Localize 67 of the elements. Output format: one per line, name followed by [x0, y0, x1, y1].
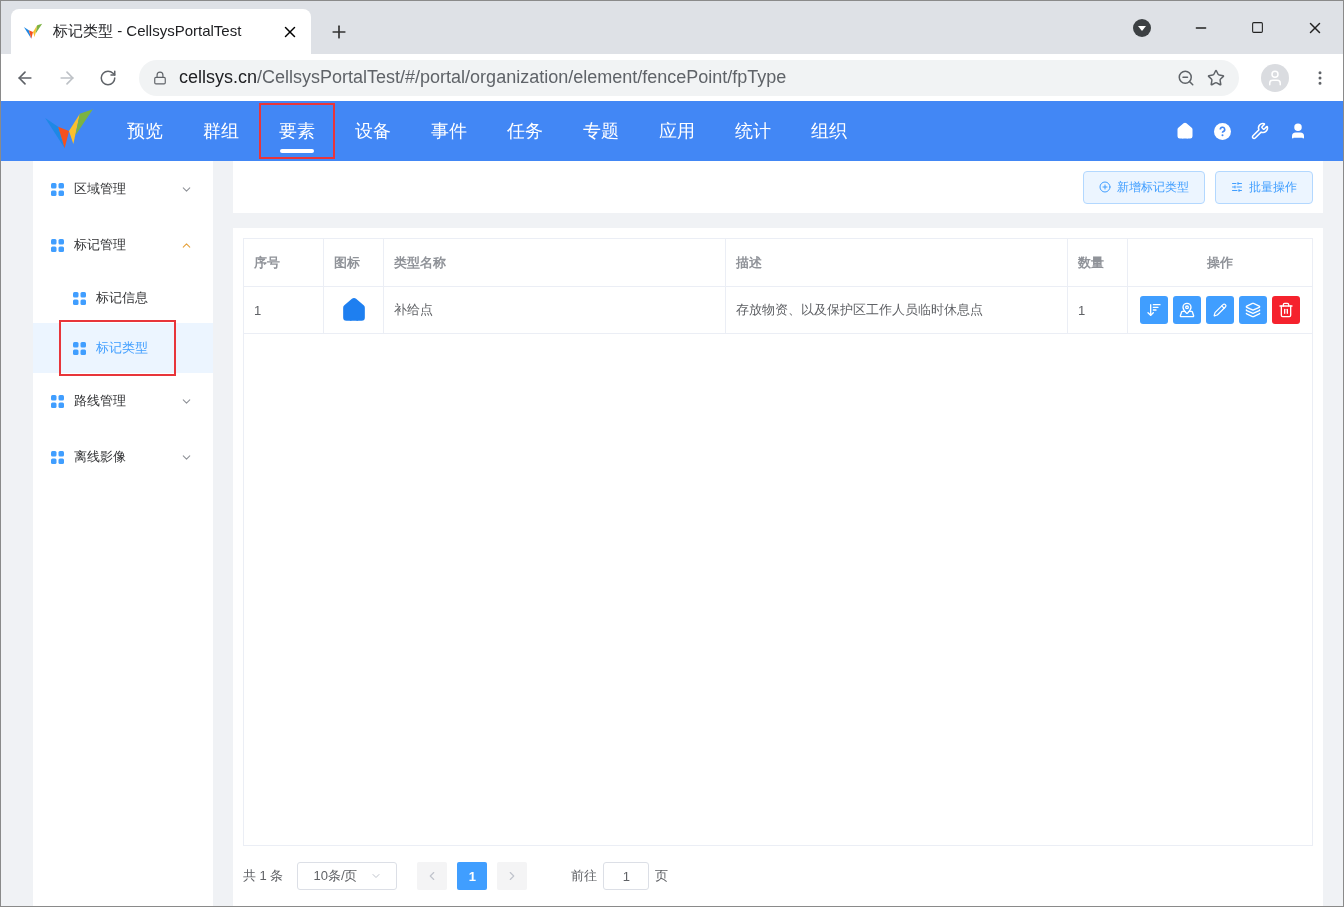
home-icon[interactable]	[1176, 122, 1194, 140]
lock-icon	[153, 70, 167, 85]
nav-tab[interactable]: 要素	[259, 103, 335, 159]
map-button[interactable]	[1173, 296, 1201, 324]
sidebar-item[interactable]: 路线管理	[33, 373, 213, 429]
sidebar-item[interactable]: 区域管理	[33, 161, 213, 217]
nav-tab[interactable]: 专题	[563, 103, 639, 159]
dropdown-icon[interactable]	[1133, 18, 1151, 37]
sidebar-subitem[interactable]: 标记类型	[33, 323, 213, 373]
page-size-select[interactable]: 10条/页	[297, 862, 398, 890]
sidebar-subitem[interactable]: 标记信息	[33, 273, 213, 323]
sliders-icon	[1231, 181, 1243, 193]
column-header: 序号	[244, 239, 324, 286]
layers-button[interactable]	[1239, 296, 1267, 324]
nav-tab[interactable]: 统计	[715, 103, 791, 159]
grid-icon	[73, 341, 86, 355]
reload-icon[interactable]	[99, 68, 117, 87]
map-pin-icon	[1179, 302, 1195, 318]
star-icon[interactable]	[1207, 68, 1225, 87]
pencil-icon	[1213, 303, 1227, 317]
table-cell: 1	[1068, 287, 1128, 333]
delete-button[interactable]	[1272, 296, 1300, 324]
nav-tab[interactable]: 群组	[183, 103, 259, 159]
table-cell: 补给点	[384, 287, 726, 333]
add-icon	[1099, 181, 1111, 193]
layers-icon	[1245, 302, 1261, 318]
column-header: 操作	[1206, 253, 1234, 272]
column-header: 类型名称	[384, 239, 726, 286]
goto-field[interactable]: 1	[603, 862, 650, 890]
house-icon	[340, 297, 367, 323]
nav-tab[interactable]: 组织	[791, 103, 867, 159]
grid-icon	[51, 238, 64, 252]
grid-icon	[51, 450, 64, 464]
goto-label: 前往	[571, 867, 598, 885]
edit-button[interactable]	[1206, 296, 1234, 324]
column-header: 图标	[324, 239, 384, 286]
zoom-out-icon[interactable]	[1177, 68, 1195, 87]
nav-tab[interactable]: 任务	[487, 103, 563, 159]
column-header: 描述	[726, 239, 1068, 286]
browser-tab[interactable]: 标记类型 - CellsysPortalTest	[11, 9, 311, 54]
nav-tab[interactable]: 应用	[639, 103, 715, 159]
table-cell: 存放物资、以及保护区工作人员临时休息点	[726, 287, 1068, 333]
user-icon[interactable]	[1289, 122, 1307, 140]
tools-icon[interactable]	[1251, 122, 1269, 140]
add-type-button[interactable]: 新增标记类型	[1083, 170, 1205, 204]
page-suffix: 页	[655, 867, 669, 885]
sidebar-item[interactable]: 离线影像	[33, 429, 213, 485]
url-text: cellsys.cn/CellsysPortalTest/#/portal/organization/element/fencePoint/fpType	[179, 67, 788, 88]
trash-icon	[1278, 302, 1294, 318]
tab-title: 标记类型 - CellsysPortalTest	[53, 22, 243, 41]
help-icon[interactable]	[1214, 122, 1231, 140]
address-bar[interactable]: cellsys.cn/CellsysPortalTest/#/portal/organization/element/fencePoint/fpType	[139, 59, 1239, 96]
total-count: 共 1 条	[243, 867, 284, 885]
sidebar-item[interactable]: 标记管理	[33, 217, 213, 273]
nav-tab[interactable]: 预览	[107, 103, 183, 159]
sort-icon	[1146, 302, 1162, 318]
batch-button[interactable]: 批量操作	[1215, 170, 1313, 204]
grid-icon	[73, 291, 86, 305]
grid-icon	[51, 394, 64, 408]
nav-tab[interactable]: 设备	[335, 103, 411, 159]
nav-tab[interactable]: 事件	[411, 103, 487, 159]
maximize-icon[interactable]	[1251, 21, 1264, 34]
column-header: 数量	[1068, 239, 1128, 286]
sort-button[interactable]	[1140, 296, 1168, 324]
page-button[interactable]: 1	[457, 862, 488, 890]
grid-icon	[51, 182, 64, 196]
table-cell: 1	[244, 287, 324, 333]
